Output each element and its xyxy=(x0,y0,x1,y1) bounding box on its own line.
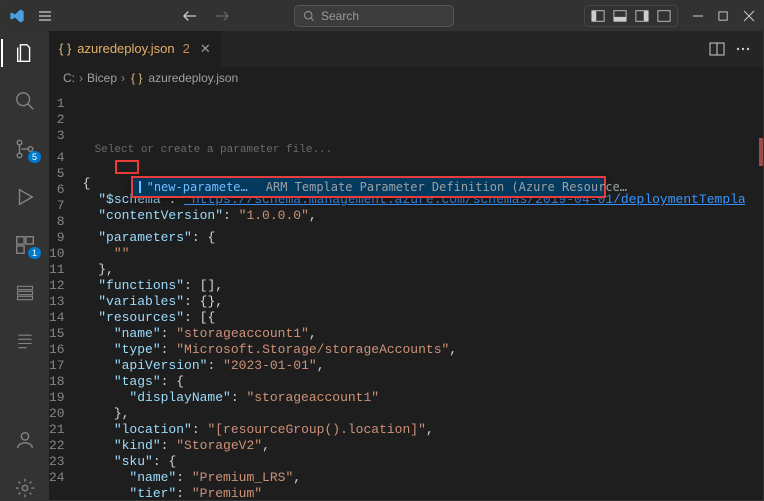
ext-badge: 1 xyxy=(28,247,41,259)
minimize-icon[interactable] xyxy=(692,10,704,22)
more-actions-icon[interactable] xyxy=(735,42,751,56)
tab-modified-count: 2 xyxy=(183,41,190,56)
explorer-icon[interactable] xyxy=(13,41,37,65)
nav-back-icon[interactable] xyxy=(183,9,197,23)
close-icon[interactable] xyxy=(743,10,755,22)
breadcrumb[interactable]: C: › Bicep › { } azuredeploy.json xyxy=(49,66,763,90)
run-debug-icon[interactable] xyxy=(13,185,37,209)
code-line: "variables": {}, xyxy=(83,294,763,310)
code-line: "name": "storageaccount1", xyxy=(83,326,763,342)
maximize-icon[interactable] xyxy=(718,11,729,22)
suggestion-description: ARM Template Parameter Definition (Azure… xyxy=(266,179,627,195)
code-line: "name": "Premium_LRS", xyxy=(83,470,763,486)
code-content[interactable]: "new-paramete… ARM Template Parameter De… xyxy=(75,90,763,500)
highlight-cursor xyxy=(115,160,139,174)
param-file-hint[interactable]: Select or create a parameter file... xyxy=(95,142,333,158)
search-placeholder: Search xyxy=(321,9,359,23)
code-line: }, xyxy=(83,262,763,278)
extensions-icon[interactable]: 1 xyxy=(13,233,37,257)
intellisense-suggestion[interactable]: "new-paramete… ARM Template Parameter De… xyxy=(131,176,606,198)
code-line: "tags": { xyxy=(83,374,763,390)
split-editor-icon[interactable] xyxy=(709,42,725,56)
activitybar: 5 1 xyxy=(1,31,49,500)
layout-panel-bottom-icon[interactable] xyxy=(613,9,627,23)
line-number-gutter: 123456789101112131415161718192021222324 xyxy=(49,90,75,500)
editor[interactable]: 123456789101112131415161718192021222324 … xyxy=(49,90,763,500)
settings-gear-icon[interactable] xyxy=(13,476,37,500)
azure-ext-icon[interactable] xyxy=(13,329,37,353)
layout-sidebar-left-icon[interactable] xyxy=(591,9,605,23)
search-icon xyxy=(303,10,315,22)
code-line: "" xyxy=(83,246,763,262)
code-line: "displayName": "storageaccount1" xyxy=(83,390,763,406)
titlebar: Search xyxy=(1,1,763,31)
titlebar-right xyxy=(584,5,755,27)
vscode-window: Search 5 1 xyxy=(0,0,764,501)
json-file-icon: { } xyxy=(59,41,71,56)
code-line: "location": "[resourceGroup().location]"… xyxy=(83,422,763,438)
code-line: "contentVersion": "1.0.0.0", xyxy=(83,208,763,224)
tab-close-icon[interactable]: ✕ xyxy=(200,41,211,57)
minimap[interactable] xyxy=(745,90,763,500)
tab-azuredeploy[interactable]: { } azuredeploy.json 2 ✕ xyxy=(49,31,222,66)
tab-filename: azuredeploy.json xyxy=(77,41,174,56)
code-line: "kind": "StorageV2", xyxy=(83,438,763,454)
suggestion-label: "new-paramete… xyxy=(147,179,248,195)
search-panel-icon[interactable] xyxy=(13,89,37,113)
code-line: "resources": [{ xyxy=(83,310,763,326)
code-line: "apiVersion": "2023-01-01", xyxy=(83,358,763,374)
editor-group: { } azuredeploy.json 2 ✕ C: › Bicep › { … xyxy=(49,31,763,500)
chevron-right-icon: › xyxy=(121,71,125,85)
chevron-right-icon: › xyxy=(79,71,83,85)
nav-forward-icon[interactable] xyxy=(215,9,229,23)
suggestion-kind-icon xyxy=(139,181,141,193)
layout-sidebar-right-icon[interactable] xyxy=(635,9,649,23)
scm-badge: 5 xyxy=(28,151,41,163)
code-line: }, xyxy=(83,406,763,422)
tabbar: { } azuredeploy.json 2 ✕ xyxy=(49,31,763,66)
code-line: "sku": { xyxy=(83,454,763,470)
code-line: "tier": "Premium" xyxy=(83,486,763,500)
bicep-ext-icon[interactable] xyxy=(13,281,37,305)
command-center[interactable]: Search xyxy=(294,5,454,27)
source-control-icon[interactable]: 5 xyxy=(13,137,37,161)
breadcrumb-drive: C: xyxy=(63,71,75,85)
code-line: "type": "Microsoft.Storage/storageAccoun… xyxy=(83,342,763,358)
code-line: "functions": [], xyxy=(83,278,763,294)
code-line: "parameters": { xyxy=(83,230,763,246)
vscode-logo-icon xyxy=(9,8,25,24)
breadcrumb-folder: Bicep xyxy=(87,71,117,85)
breadcrumb-file: azuredeploy.json xyxy=(148,71,238,85)
account-icon[interactable] xyxy=(13,428,37,452)
menu-icon[interactable] xyxy=(37,8,53,24)
layout-customize-icon[interactable] xyxy=(657,9,671,23)
nav-controls xyxy=(183,9,229,23)
